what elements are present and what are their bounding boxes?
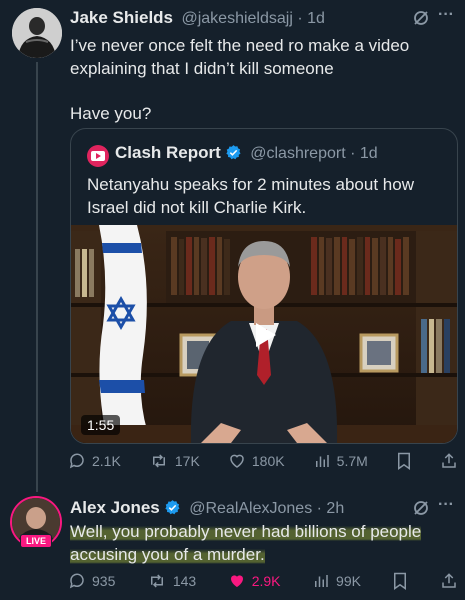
reply-count: 2.1K [92, 453, 121, 469]
jake-shields-avatar[interactable] [12, 8, 62, 58]
quoted-text-line: Netanyahu speaks for 2 minutes about how [87, 175, 414, 194]
author-name[interactable]: Jake Shields [70, 8, 173, 27]
video-player[interactable]: 1:55 [71, 225, 457, 443]
repost-button[interactable]: 143 [147, 572, 196, 590]
author-handle[interactable]: @RealAlexJones [189, 500, 312, 517]
heart-icon [230, 454, 244, 468]
repost-button[interactable]: 17K [149, 452, 200, 470]
tweet-actions-bar: 2.1K 17K 180K 5.7M [68, 452, 458, 470]
views-button[interactable]: 99K [312, 572, 361, 590]
grok-icon[interactable] [412, 9, 430, 32]
clash-report-avatar[interactable] [87, 145, 109, 167]
reply-icon [69, 573, 84, 589]
share-icon [442, 573, 456, 588]
tweet-timestamp[interactable]: · 1d [297, 10, 325, 27]
thread-connector-line [36, 62, 38, 492]
repost-icon [150, 574, 163, 588]
grok-icon[interactable] [412, 499, 430, 522]
quoted-tweet-timestamp[interactable]: · 1d [350, 145, 378, 162]
quoted-author-name[interactable]: Clash Report [115, 143, 221, 162]
views-chart-icon [315, 455, 329, 467]
reply-count: 935 [92, 573, 116, 589]
tweet-timestamp[interactable]: · 2h [317, 500, 345, 517]
repost-count: 143 [172, 573, 197, 589]
quoted-tweet-card[interactable]: Clash Report @clashreport · 1d Netanyahu… [70, 128, 458, 444]
author-handle[interactable]: @jakeshieldsajj [181, 10, 292, 27]
tweet-text-line: Have you? [70, 104, 152, 123]
views-count: 5.7M [336, 453, 368, 469]
tweet-text-line: Well, you probably never had billions of… [70, 522, 422, 541]
reply-button[interactable]: 2.1K [68, 452, 121, 470]
tweet-text-line: explaining that I didn’t kill someone [70, 59, 334, 78]
bookmark-icon [397, 452, 410, 470]
tweet-text-line: I’ve never once felt the need ro make a … [70, 36, 410, 55]
bookmark-button[interactable] [392, 572, 408, 590]
like-count: 2.9K [251, 573, 281, 589]
views-chart-icon [315, 575, 328, 587]
tweet-actions-bar: 935 143 2.9K 99K [68, 572, 458, 590]
video-duration: 1:55 [81, 415, 121, 435]
quoted-author-handle[interactable]: @clashreport [250, 145, 345, 162]
reply-button[interactable]: 935 [68, 572, 115, 590]
heart-filled-icon [230, 575, 243, 587]
repost-icon [152, 454, 165, 468]
repost-count: 17K [174, 453, 200, 469]
share-icon [442, 453, 456, 468]
like-button[interactable]: 180K [228, 452, 285, 470]
share-button[interactable] [440, 452, 458, 470]
share-button[interactable] [440, 572, 458, 590]
play-button-icon[interactable] [248, 319, 280, 351]
like-button[interactable]: 2.9K [228, 572, 281, 590]
verified-badge-icon [164, 499, 181, 521]
bookmark-icon [394, 572, 407, 590]
more-options-icon[interactable]: ··· [438, 6, 454, 24]
quoted-text-line: Israel did not kill Charlie Kirk. [87, 198, 307, 217]
live-badge[interactable]: LIVE [20, 534, 52, 548]
tweet-text-line: accusing you of a murder. [70, 545, 265, 564]
like-count: 180K [251, 453, 285, 469]
author-name[interactable]: Alex Jones [70, 498, 160, 517]
views-button[interactable]: 5.7M [313, 452, 368, 470]
views-count: 99K [336, 573, 361, 589]
bookmark-button[interactable] [396, 452, 412, 470]
more-options-icon[interactable]: ··· [438, 496, 454, 514]
verified-badge-icon [225, 144, 242, 166]
reply-icon [69, 453, 84, 469]
